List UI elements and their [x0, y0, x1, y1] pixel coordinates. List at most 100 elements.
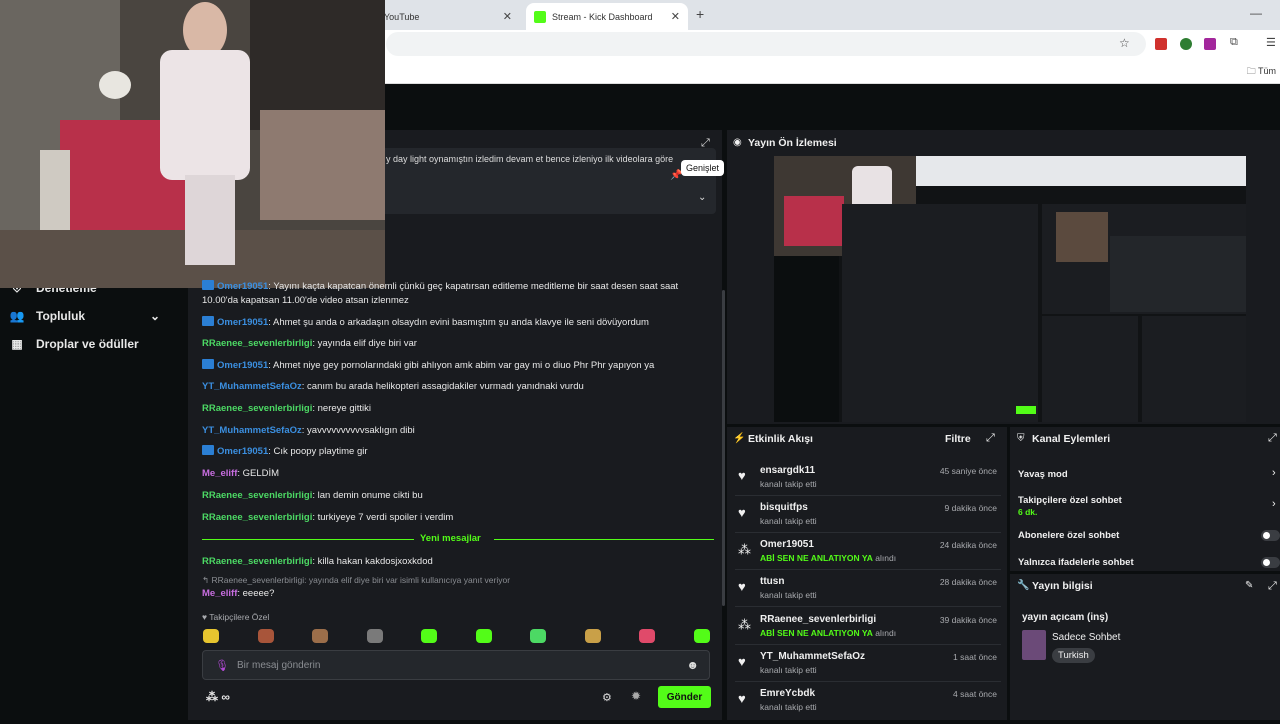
followers-only-option[interactable]: Takipçilere özel sohbet: [1018, 495, 1122, 506]
chat-username[interactable]: RRaenee_sevenlerbirligi: [202, 403, 312, 414]
emote-section-label: ♥ Takipçilere Özel: [202, 612, 270, 622]
expand-icon[interactable]: ⤢: [1268, 580, 1277, 593]
chat-message-text: : GELDİM: [237, 468, 280, 479]
chevron-right-icon[interactable]: ›: [1272, 498, 1276, 510]
activity-username[interactable]: RRaenee_sevenlerbirligi: [760, 614, 876, 625]
emote-icon[interactable]: [312, 629, 328, 643]
chat-username[interactable]: YT_MuhammetSefaOz: [202, 381, 302, 392]
chat-username[interactable]: Omer19051: [217, 281, 268, 292]
chat-username[interactable]: YT_MuhammetSefaOz: [202, 425, 302, 436]
bookmark-folder-all[interactable]: 🗀 Tüm: [1247, 64, 1276, 80]
chat-message[interactable]: Me_eliff: eeeee?: [202, 587, 714, 601]
emote-icon[interactable]: [421, 629, 437, 643]
activity-time: 39 dakika önce: [939, 615, 997, 625]
slow-mode-option[interactable]: Yavaş mod: [1018, 469, 1068, 480]
microphone-icon[interactable]: 🎙: [215, 659, 229, 672]
emote-icon[interactable]: [475, 629, 492, 643]
activity-description: kanalı takip etti: [760, 665, 817, 675]
chat-message[interactable]: Omer19051: Yayını kaçta kapatcan önemli …: [202, 280, 687, 308]
url-input[interactable]: [386, 32, 1146, 56]
chevron-down-icon[interactable]: ⌄: [698, 192, 706, 203]
activity-time: 45 saniye önce: [939, 466, 997, 476]
chat-username[interactable]: Omer19051: [217, 317, 268, 328]
activity-username[interactable]: YT_MuhammetSefaOz: [760, 651, 865, 662]
chat-message[interactable]: RRaenee_sevenlerbirligi: killa hakan kak…: [202, 555, 714, 569]
channel-points[interactable]: ⁂ ∞: [206, 690, 230, 704]
chat-username[interactable]: Omer19051: [217, 360, 268, 371]
chat-scrollbar[interactable]: [722, 290, 725, 606]
chat-username[interactable]: RRaenee_sevenlerbirligi: [202, 512, 312, 523]
extension-purple-icon[interactable]: [1204, 38, 1216, 50]
chat-username[interactable]: RRaenee_sevenlerbirligi: [202, 490, 312, 501]
gift-icon: ▦: [11, 337, 23, 351]
star-bookmark-icon[interactable]: ☆: [1119, 36, 1130, 50]
expand-icon[interactable]: ⤢: [1268, 432, 1277, 445]
activity-username[interactable]: ensargdk11: [760, 465, 815, 476]
chat-username[interactable]: Omer19051: [217, 446, 268, 457]
chat-input-placeholder: Bir mesaj gönderin: [237, 660, 321, 671]
close-tab-icon[interactable]: ✕: [671, 10, 680, 23]
activity-filter-button[interactable]: Filtre: [945, 433, 971, 445]
activity-event[interactable]: ♥ EmreYcbdk kanalı takip etti 4 saat önce: [735, 688, 1001, 724]
emote-picker-icon[interactable]: ✹: [631, 689, 641, 703]
chat-message[interactable]: Omer19051: Cık poopy playtime gir: [202, 445, 714, 459]
wrench-icon: 🔧: [1017, 580, 1030, 591]
stream-preview-video[interactable]: [774, 156, 1246, 422]
chat-message-input[interactable]: 🎙 Bir mesaj gönderin ☻: [202, 650, 710, 680]
emotes-only-toggle[interactable]: [1261, 557, 1280, 568]
chat-message[interactable]: YT_MuhammetSefaOz: canım bu arada heliko…: [202, 380, 714, 394]
chat-message[interactable]: YT_MuhammetSefaOz: yavvvvvvvvvvsaklıgın …: [202, 424, 714, 438]
chat-message[interactable]: Me_eliff: GELDİM: [202, 467, 714, 481]
activity-username[interactable]: EmreYcbdk: [760, 688, 815, 699]
chat-username[interactable]: RRaenee_sevenlerbirligi: [202, 338, 312, 349]
extension-green-icon[interactable]: [1180, 38, 1192, 50]
chat-username[interactable]: Me_eliff: [202, 588, 237, 599]
chevron-right-icon[interactable]: ›: [1272, 467, 1276, 479]
sidebar-item-community[interactable]: 👥 Topluluk ⌄: [10, 306, 161, 326]
stream-tag[interactable]: Turkish: [1052, 648, 1095, 663]
emote-icon[interactable]: [639, 629, 655, 643]
new-tab-button[interactable]: +: [696, 6, 704, 22]
emote-icon[interactable]: [203, 629, 219, 643]
chat-message-text: : yayında elif diye biri var: [312, 338, 417, 349]
expand-icon[interactable]: ⤢: [986, 432, 995, 445]
pinned-message-text: y day light oynamıştın izledim devam et …: [386, 154, 674, 164]
tab-kick-dashboard[interactable]: Stream - Kick Dashboard ✕: [526, 3, 688, 30]
stream-info-panel: [1010, 574, 1280, 720]
send-button[interactable]: Gönder: [658, 686, 711, 708]
emote-icon[interactable]: [530, 629, 546, 643]
chat-settings-icon[interactable]: ⚙: [602, 691, 612, 704]
activity-divider: [735, 681, 1001, 682]
minimize-window-icon[interactable]: —: [1250, 6, 1262, 20]
activity-username[interactable]: Omer19051: [760, 539, 814, 550]
emote-icon[interactable]: [366, 629, 383, 643]
chat-message-text: : lan demin onume cikti bu: [312, 490, 423, 501]
edit-pencil-icon[interactable]: ✎: [1245, 580, 1253, 591]
chat-message[interactable]: RRaenee_sevenlerbirligi: yayında elif di…: [202, 337, 714, 351]
chat-message[interactable]: RRaenee_sevenlerbirligi: turkiyeye 7 ver…: [202, 511, 714, 525]
stream-category[interactable]: Sadece Sohbet: [1052, 632, 1120, 643]
activity-username[interactable]: bisquitfps: [760, 502, 808, 513]
chat-message[interactable]: Omer19051: Ahmet şu anda o arkadaşın ols…: [202, 316, 714, 330]
emoji-icon[interactable]: ☻: [686, 658, 699, 672]
subscribers-only-toggle[interactable]: [1261, 530, 1280, 541]
extension-pdf-icon[interactable]: [1155, 38, 1167, 50]
chat-message[interactable]: RRaenee_sevenlerbirligi: nereye gittiki: [202, 402, 714, 416]
close-tab-icon[interactable]: ✕: [503, 10, 512, 23]
activity-action: kanalı takip etti: [760, 702, 817, 712]
chat-username[interactable]: RRaenee_sevenlerbirligi: [202, 556, 312, 567]
extensions-puzzle-icon[interactable]: ⧉: [1230, 36, 1238, 49]
emote-icon[interactable]: [584, 629, 601, 643]
tab-youtube[interactable]: YouTube ✕: [380, 3, 520, 30]
webcam-overlay[interactable]: [0, 0, 385, 288]
emote-icon[interactable]: [693, 629, 710, 643]
heart-icon: ♥: [738, 468, 746, 483]
emote-icon[interactable]: [257, 629, 274, 643]
sidebar-item-drops[interactable]: ▦ Droplar ve ödüller: [10, 334, 138, 354]
chat-message[interactable]: Omer19051: Ahmet niye gey pornolarındaki…: [202, 359, 714, 373]
preview-eye-icon: ◉: [733, 137, 742, 148]
activity-username[interactable]: ttusn: [760, 576, 784, 587]
chat-username[interactable]: Me_eliff: [202, 468, 237, 479]
menu-icon[interactable]: ☰: [1266, 36, 1276, 49]
chat-message[interactable]: RRaenee_sevenlerbirligi: lan demin onume…: [202, 489, 714, 503]
